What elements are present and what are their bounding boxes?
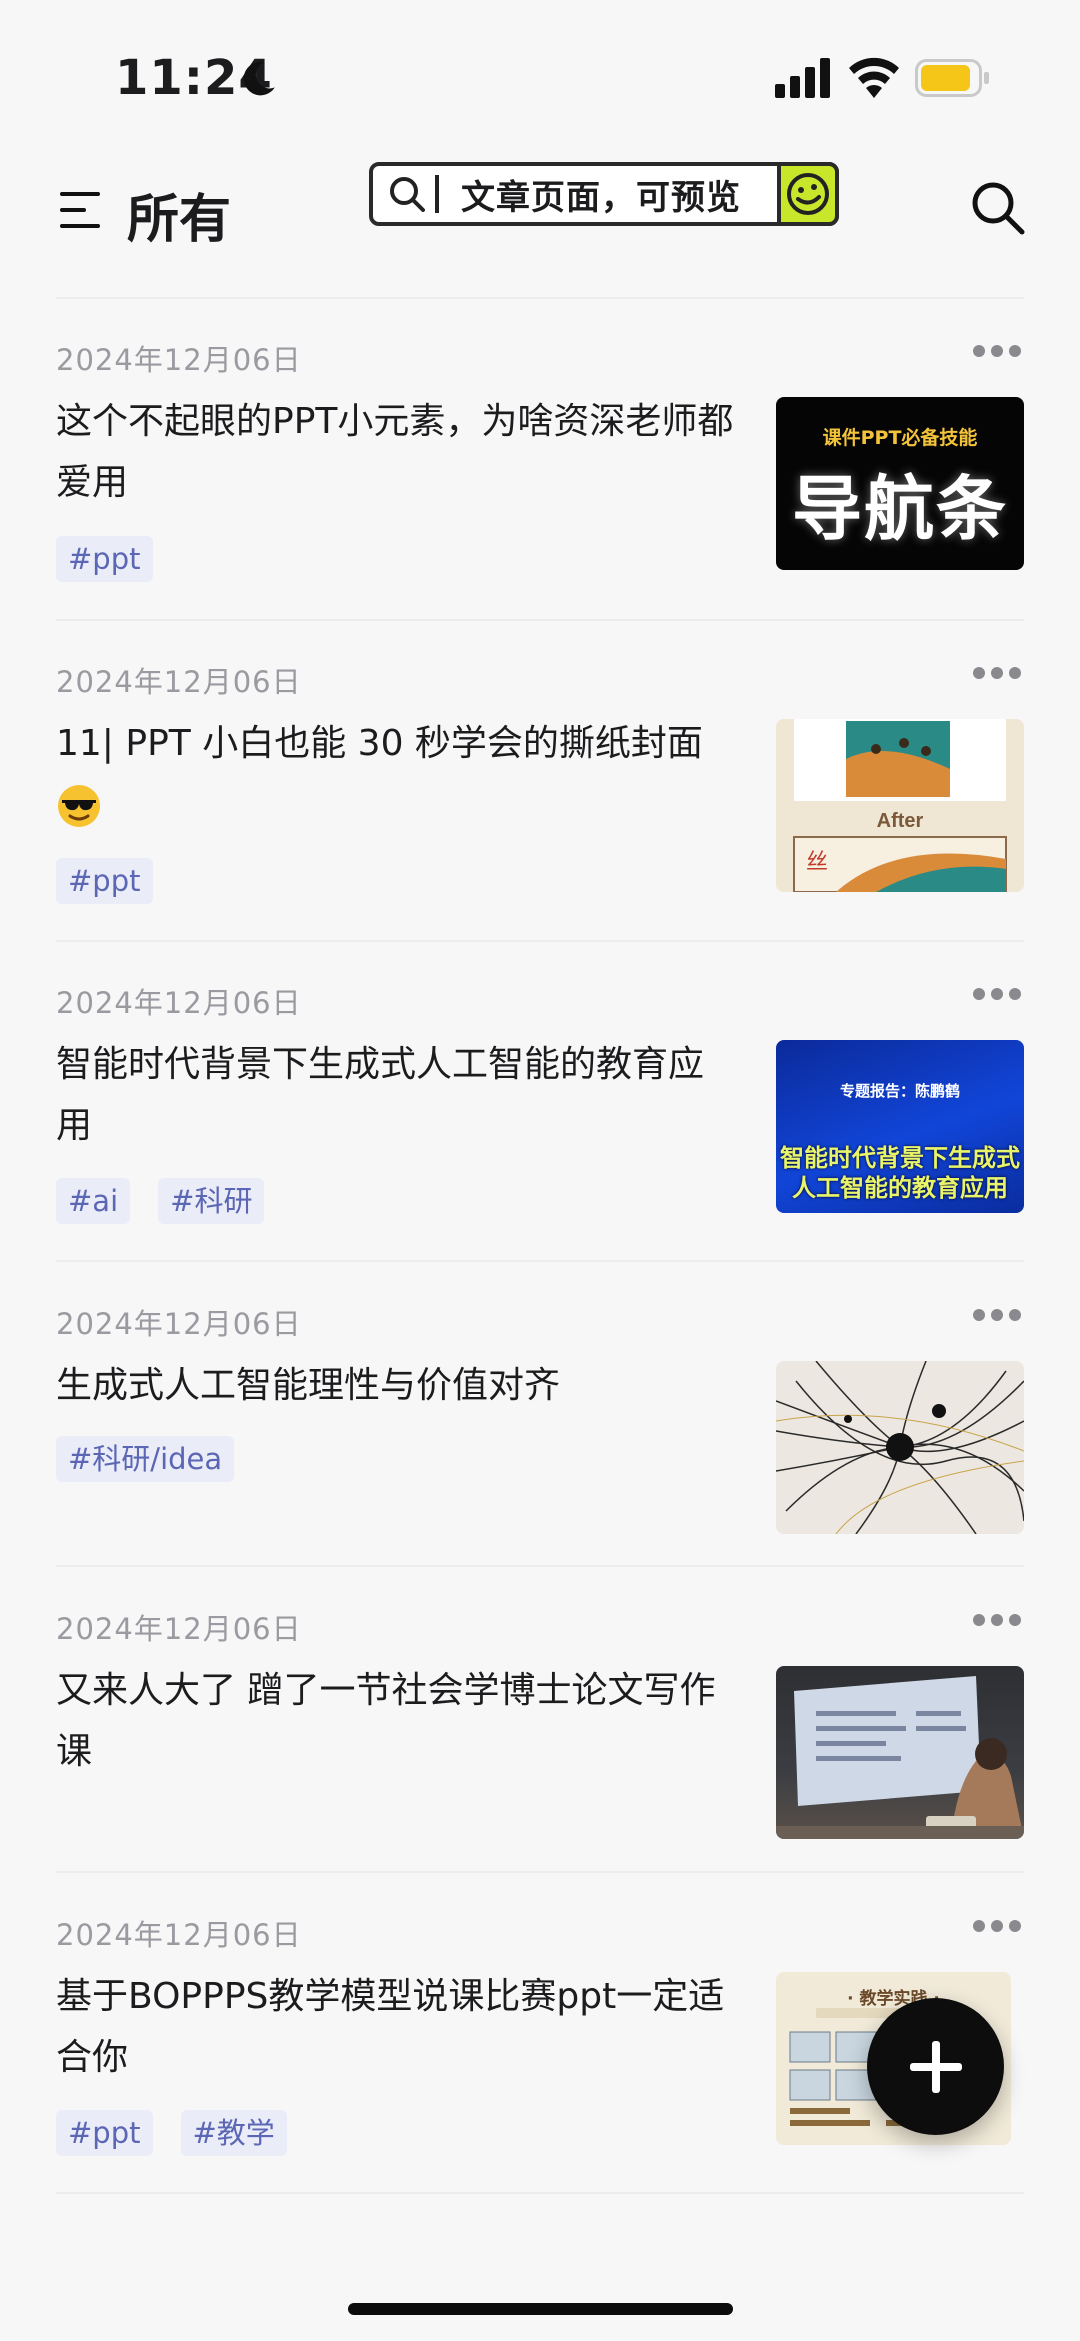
article-title[interactable]: 又来人大了 蹭了一节社会学博士论文写作课 <box>56 1660 736 1782</box>
list-item[interactable]: 2024年12月06日 这个不起眼的PPT小元素，为啥资深老师都爱用 #ppt … <box>0 299 1080 619</box>
tag[interactable]: #教学 <box>180 2110 287 2156</box>
article-thumbnail[interactable]: After 丝 <box>776 719 1024 892</box>
more-icon[interactable] <box>972 666 1022 680</box>
thumbnail-subtitle: 课件PPT必备技能 <box>822 427 978 449</box>
article-title[interactable]: 这个不起眼的PPT小元素，为啥资深老师都爱用 <box>56 391 736 513</box>
list-item[interactable]: 2024年12月06日 11| PPT 小白也能 30 秒学会的撕纸封面 #pp… <box>0 621 1080 941</box>
article-date: 2024年12月06日 <box>56 986 302 1020</box>
article-thumbnail[interactable] <box>776 1666 1024 1839</box>
status-bar: 11:24 <box>0 0 1080 150</box>
more-icon[interactable] <box>972 1613 1022 1627</box>
smile-icon <box>777 162 839 226</box>
tag[interactable]: #ppt <box>56 536 153 582</box>
thumbnail-label: After <box>877 810 924 832</box>
search-icon <box>390 177 425 212</box>
tag[interactable]: #ppt <box>56 2110 153 2156</box>
signal-icon <box>775 58 830 98</box>
tag[interactable]: #ai <box>56 1178 131 1224</box>
thumbnail-title-line2: 人工智能的教育应用 <box>792 1174 1008 1202</box>
search-icon[interactable] <box>970 180 1026 236</box>
thumbnail-image <box>776 1361 1024 1534</box>
article-title[interactable]: 智能时代背景下生成式人工智能的教育应用 <box>56 1034 736 1156</box>
more-icon[interactable] <box>972 344 1022 358</box>
article-date: 2024年12月06日 <box>56 1307 302 1341</box>
add-button[interactable] <box>867 1998 1004 2135</box>
list-item[interactable]: 2024年12月06日 智能时代背景下生成式人工智能的教育应用 #ai #科研 … <box>0 942 1080 1262</box>
tag-list: #ppt <box>56 536 153 582</box>
divider <box>56 2192 1024 2194</box>
tag-list: #ai #科研 <box>56 1178 265 1224</box>
more-icon[interactable] <box>972 1308 1022 1322</box>
article-title[interactable]: 11| PPT 小白也能 30 秒学会的撕纸封面 <box>56 713 736 835</box>
moon-icon <box>243 61 275 96</box>
tag-list: #ppt #教学 <box>56 2110 287 2156</box>
divider <box>56 1871 1024 1873</box>
article-title[interactable]: 生成式人工智能理性与价值对齐 <box>56 1355 736 1416</box>
thumbnail-header: · 教学实践 · <box>847 1989 940 2009</box>
svg-text:丝: 丝 <box>806 849 828 874</box>
more-icon[interactable] <box>972 1919 1022 1933</box>
article-thumbnail[interactable]: 专题报告：陈鹏鹤 智能时代背景下生成式 人工智能的教育应用 <box>776 1040 1024 1213</box>
tag[interactable]: #ppt <box>56 858 153 904</box>
thumbnail-speaker: 专题报告：陈鹏鹤 <box>839 1082 960 1100</box>
tag-list: #科研/idea <box>56 1436 235 1482</box>
home-indicator[interactable] <box>348 2303 733 2315</box>
tag[interactable]: #科研/idea <box>56 1436 235 1482</box>
list-item[interactable]: 2024年12月06日 生成式人工智能理性与价值对齐 #科研/idea <box>0 1263 1080 1583</box>
article-thumbnail[interactable]: 课件PPT必备技能 导航条 <box>776 397 1024 570</box>
article-date: 2024年12月06日 <box>56 343 302 377</box>
thumbnail-image <box>776 1676 1024 1839</box>
divider <box>56 1565 1024 1567</box>
article-title-text: 11| PPT 小白也能 30 秒学会的撕纸封面 <box>56 723 703 764</box>
divider <box>56 1260 1024 1262</box>
article-date: 2024年12月06日 <box>56 1918 302 1952</box>
thumbnail-image: After 丝 <box>793 719 1007 892</box>
battery-icon <box>915 59 989 97</box>
wifi-icon <box>849 57 899 98</box>
preview-banner[interactable]: 文章页面，可预览 <box>369 162 839 226</box>
article-title[interactable]: 基于BOPPPS教学模型说课比赛ppt一定适合你 <box>56 1966 736 2088</box>
article-thumbnail[interactable] <box>776 1361 1024 1534</box>
tag-list: #ppt <box>56 858 153 904</box>
list-item[interactable]: 2024年12月06日 又来人大了 蹭了一节社会学博士论文写作课 <box>0 1568 1080 1888</box>
text-caret <box>435 175 439 213</box>
preview-banner-text: 文章页面，可预览 <box>461 177 741 218</box>
article-date: 2024年12月06日 <box>56 665 302 699</box>
article-date: 2024年12月06日 <box>56 1612 302 1646</box>
page-title[interactable]: 所有 <box>127 177 231 252</box>
tag[interactable]: #科研 <box>158 1178 265 1224</box>
plus-icon <box>909 2040 962 2093</box>
sunglasses-emoji <box>58 785 100 827</box>
menu-icon[interactable] <box>60 190 104 230</box>
more-icon[interactable] <box>972 987 1022 1001</box>
thumbnail-title: 导航条 <box>792 468 1008 550</box>
